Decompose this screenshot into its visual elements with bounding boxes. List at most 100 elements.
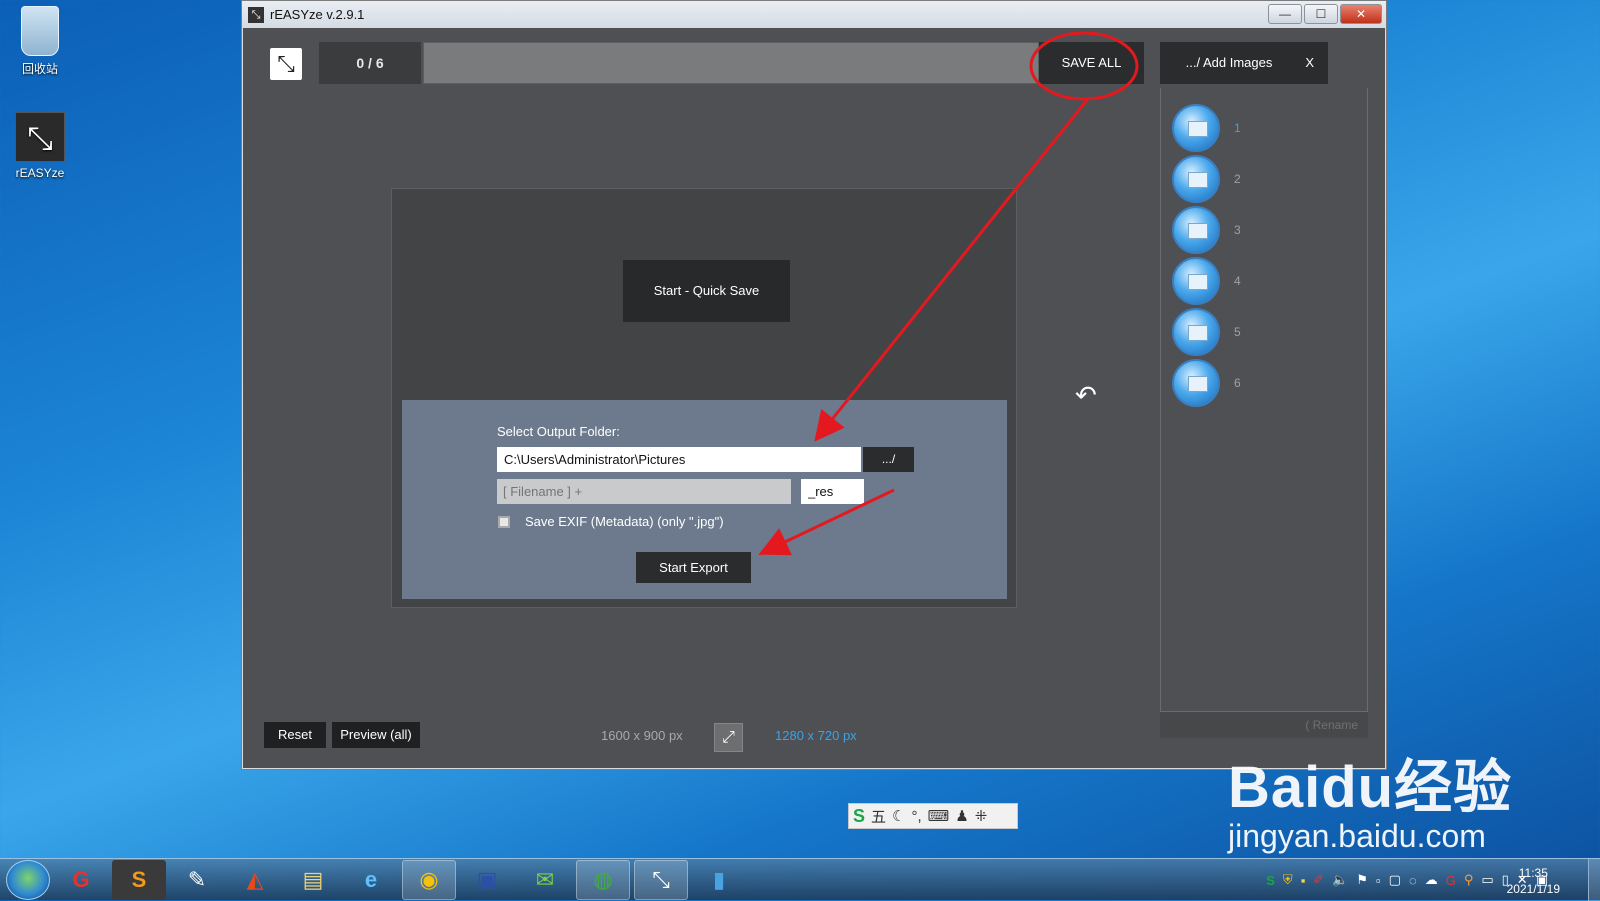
image-thumbnail-icon	[1172, 308, 1220, 356]
start-export-button[interactable]: Start Export	[636, 552, 751, 583]
image-thumbnail-icon	[1172, 257, 1220, 305]
volume-icon[interactable]: 🔈	[1332, 872, 1348, 888]
image-list-item[interactable]: 5	[1172, 308, 1241, 356]
reasyze-label: rEASYze	[15, 166, 65, 180]
save-all-button[interactable]: SAVE ALL	[1039, 42, 1144, 84]
app-client-area: ⤡ 0 / 6 SAVE ALL .../ Add Images X 1 2 3 4 5…	[243, 28, 1385, 768]
image-number: 4	[1234, 274, 1241, 288]
window-controls: — ☐ ✕	[1268, 4, 1382, 24]
preview-all-button[interactable]: Preview (all)	[332, 722, 420, 748]
chat-icon[interactable]: ▫	[1376, 873, 1381, 888]
start-orb[interactable]	[6, 859, 50, 900]
image-counter: 0 / 6	[319, 42, 421, 84]
monitor-icon[interactable]: ▭	[1481, 872, 1493, 888]
baidu-watermark: Baidu经验 jingyan.baidu.com	[1228, 740, 1512, 855]
recycle-bin-label: 回收站	[21, 62, 58, 76]
close-list-button[interactable]: X	[1305, 42, 1314, 84]
undo-arrow-icon[interactable]: ↶	[1075, 380, 1097, 411]
add-images-label: .../ Add Images	[1185, 55, 1273, 70]
app-title-icon: ⤡	[248, 6, 264, 23]
apps-grid-icon: ⁜	[974, 808, 988, 825]
punctuation-icon: °,	[911, 807, 922, 825]
taskbar: G S ✎ ◭ ▤ e ◉ ▣ ✉ ◍ ⤡ ▮ S ⛨ ▪ ✐ 🔈 ⚑ ▫ ▢ …	[0, 858, 1600, 901]
suffix-input[interactable]	[801, 479, 864, 504]
internet-explorer-icon[interactable]: e	[344, 860, 398, 900]
watermark-line2: jingyan.baidu.com	[1228, 818, 1486, 854]
exif-checkbox[interactable]	[498, 516, 510, 528]
moon-icon: ☾	[892, 808, 906, 825]
reset-button[interactable]: Reset	[264, 722, 326, 748]
chrome-icon[interactable]: ◉	[402, 859, 456, 900]
close-button[interactable]: ✕	[1340, 4, 1382, 24]
recycle-bin-icon	[21, 6, 59, 56]
progress-bar	[423, 42, 1039, 84]
app-logo-icon[interactable]: ⤡	[270, 48, 302, 80]
save-dialog: Start - Quick Save Select Output Folder:…	[391, 188, 1017, 608]
filename-input[interactable]	[497, 479, 791, 504]
sogou-ime-icon: S	[853, 805, 866, 826]
image-thumbnail-icon	[1172, 155, 1220, 203]
image-thumbnail-icon	[1172, 359, 1220, 407]
output-folder-input[interactable]	[497, 447, 861, 472]
window-title: rEASYze v.2.9.1	[270, 7, 365, 22]
image-number: 3	[1234, 223, 1241, 237]
flag-icon[interactable]: ⚑	[1356, 872, 1368, 888]
recycle-bin-desktop-icon[interactable]: 回收站	[5, 6, 75, 77]
browse-folder-button[interactable]: .../	[863, 447, 914, 472]
resize-icon[interactable]: ⤢	[714, 723, 743, 752]
globe-icon[interactable]: ◍	[576, 859, 630, 900]
browser-g-icon[interactable]: G	[54, 860, 108, 900]
source-size-label: 1600 x 900 px	[601, 728, 683, 743]
show-desktop-button[interactable]	[1588, 859, 1600, 901]
image-list-item[interactable]: 6	[1172, 359, 1241, 407]
maximize-button[interactable]: ☐	[1304, 4, 1338, 24]
floppy-save-icon[interactable]: ▣	[460, 860, 514, 900]
image-list-item[interactable]: 1	[1172, 104, 1241, 152]
window-tray-icon[interactable]: ▢	[1389, 872, 1401, 888]
sogou-tray-icon[interactable]: S	[1266, 873, 1275, 888]
search-tray-icon[interactable]: ⚲	[1464, 872, 1474, 888]
output-folder-label: Select Output Folder:	[497, 424, 620, 439]
minimize-button[interactable]: —	[1268, 4, 1302, 24]
pen-icon[interactable]: ✐	[1313, 872, 1324, 888]
app-window: ⤡ rEASYze v.2.9.1 — ☐ ✕ ⤡ 0 / 6 SAVE ALL…	[241, 0, 1387, 770]
export-panel: Select Output Folder: .../ Save EXIF (Me…	[402, 400, 1007, 599]
image-list-item[interactable]: 3	[1172, 206, 1241, 254]
reasyze-app-icon: ⤡	[15, 112, 65, 162]
user-icon: ♟	[955, 808, 969, 825]
image-number: 2	[1234, 172, 1241, 186]
exif-label: Save EXIF (Metadata) (only ".jpg")	[525, 514, 724, 529]
input-method-bar[interactable]: S 五 ☾ °, ⌨ ♟ ⁜	[848, 803, 1018, 829]
image-list-item[interactable]: 4	[1172, 257, 1241, 305]
file-explorer-icon[interactable]: ▤	[286, 860, 340, 900]
note-icon[interactable]: ▪	[1301, 873, 1306, 888]
cloud-icon[interactable]: ☁	[1425, 872, 1438, 888]
image-thumbnail-icon	[1172, 206, 1220, 254]
image-number: 1	[1234, 121, 1241, 135]
reasyze-desktop-icon[interactable]: ⤡ rEASYze	[5, 112, 75, 180]
image-thumbnail-icon	[1172, 104, 1220, 152]
watermark-line1: Baidu经验	[1228, 755, 1513, 820]
shield-icon[interactable]: ⛨	[1283, 872, 1293, 888]
image-number: 5	[1234, 325, 1241, 339]
network-globe-icon[interactable]: ◌	[1409, 873, 1417, 888]
clock-date: 2021/1/19	[1506, 882, 1560, 896]
add-images-button[interactable]: .../ Add Images X	[1160, 42, 1328, 84]
image-number: 6	[1234, 376, 1241, 390]
editor-icon[interactable]: ▮	[692, 860, 746, 900]
clock[interactable]: 11:35 2021/1/19	[1507, 865, 1560, 897]
quick-save-button[interactable]: Start - Quick Save	[623, 260, 790, 322]
g-tray-icon[interactable]: G	[1446, 873, 1456, 888]
target-size-link[interactable]: 1280 x 720 px	[775, 728, 857, 743]
title-bar[interactable]: ⤡ rEASYze v.2.9.1 — ☐ ✕	[242, 1, 1386, 28]
notepad-icon[interactable]: ✎	[170, 860, 224, 900]
clock-time: 11:35	[1518, 866, 1548, 880]
keyboard-icon: ⌨	[927, 808, 950, 825]
reasyze-taskbar-icon[interactable]: ⤡	[634, 859, 688, 900]
ime-mode-label: 五	[871, 808, 887, 826]
wechat-icon[interactable]: ✉	[518, 860, 572, 900]
sublime-text-icon[interactable]: S	[112, 859, 166, 900]
rename-field[interactable]: ( Rename	[1160, 711, 1368, 738]
image-list-item[interactable]: 2	[1172, 155, 1241, 203]
office-icon[interactable]: ◭	[228, 860, 282, 900]
